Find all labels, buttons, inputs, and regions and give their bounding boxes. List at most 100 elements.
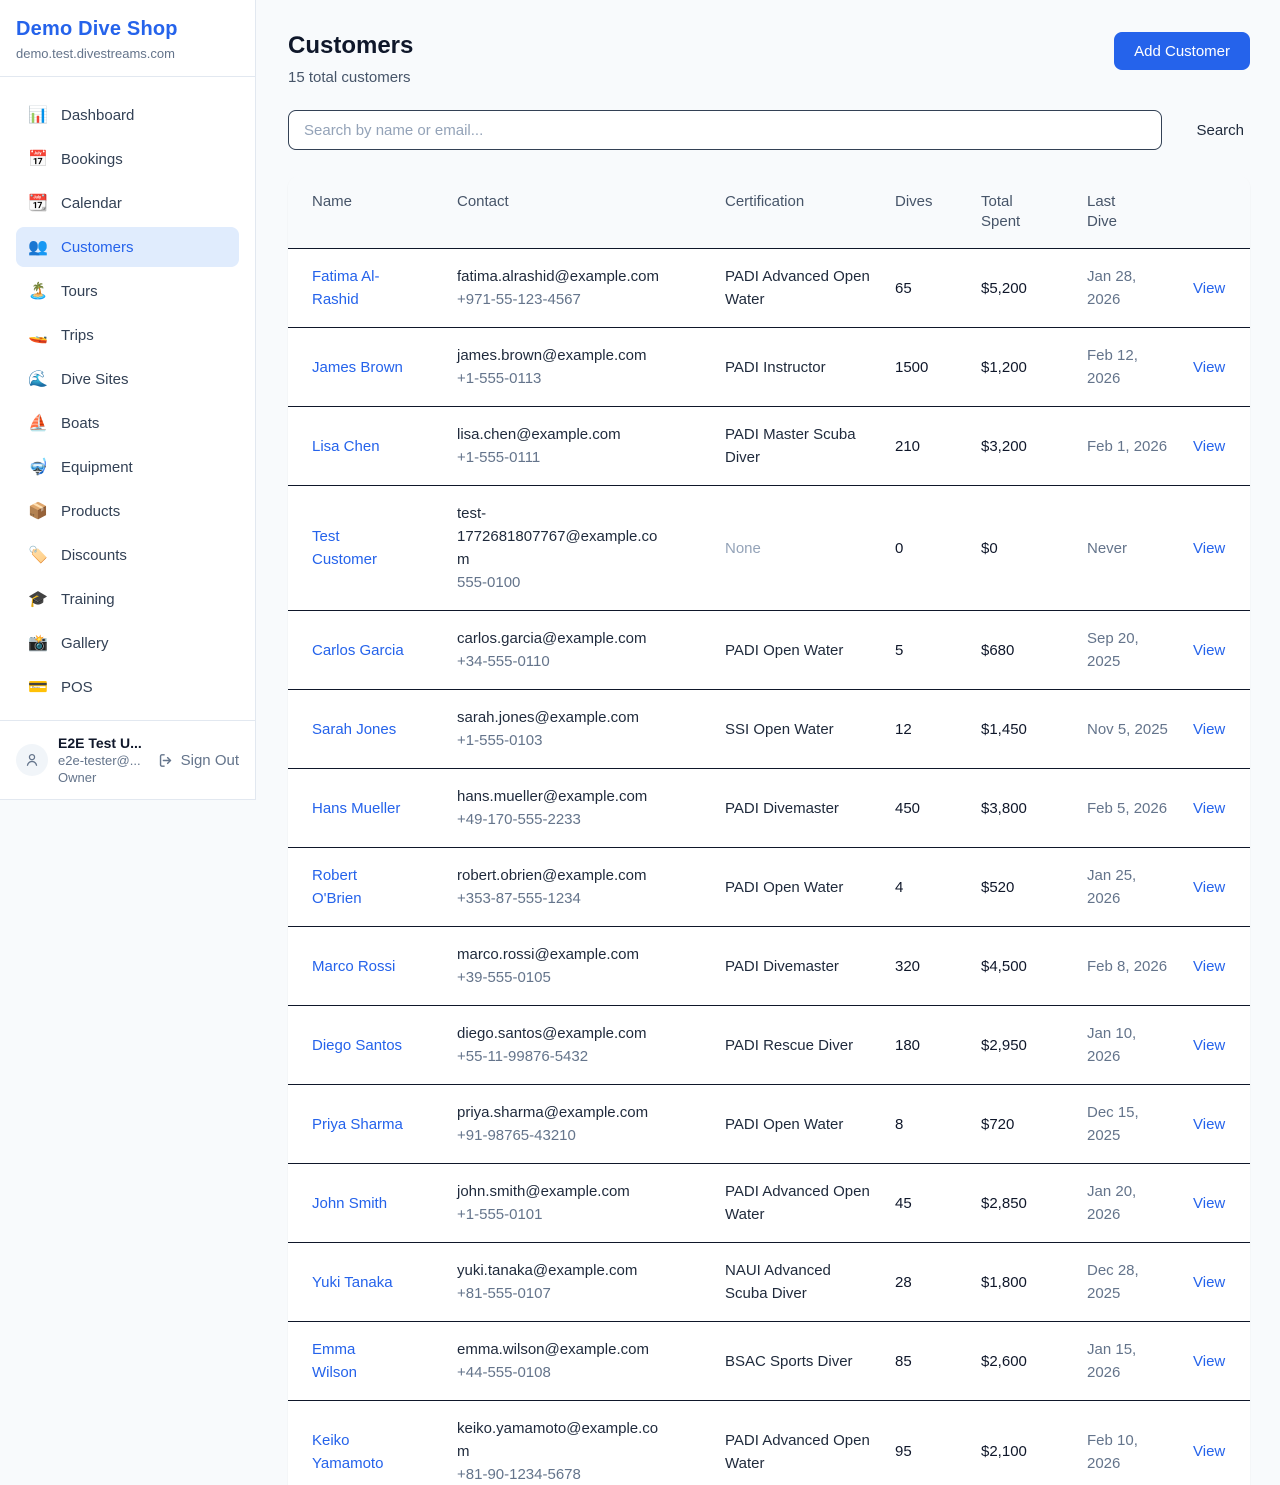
table-row: Hans Mueller hans.mueller@example.com +4… — [288, 769, 1250, 848]
sidebar-item-label: Discounts — [61, 547, 127, 564]
sidebar-item-label: Calendar — [61, 195, 122, 212]
sidebar-item-pos[interactable]: 💳 POS — [16, 667, 239, 707]
customer-name-link[interactable]: Priya Sharma — [312, 1113, 403, 1136]
app: Demo Dive Shop demo.test.divestreams.com… — [0, 0, 1280, 1485]
sidebar-item-training[interactable]: 🎓 Training — [16, 579, 239, 619]
customer-certification: PADI Rescue Diver — [725, 1034, 895, 1057]
sidebar-item-label: Boats — [61, 415, 99, 432]
search-input[interactable] — [288, 110, 1162, 150]
customer-name-link[interactable]: Robert O'Brien — [312, 864, 404, 910]
view-customer-link[interactable]: View — [1193, 1116, 1225, 1133]
sailboat-icon: ⛵ — [28, 413, 48, 433]
view-customer-link[interactable]: View — [1193, 1195, 1225, 1212]
customer-total-spent: $4,500 — [981, 955, 1087, 978]
customer-phone: +81-90-1234-5678 — [457, 1463, 701, 1485]
customer-dives: 1500 — [895, 356, 981, 379]
page-title: Customers — [288, 32, 413, 60]
view-customer-link[interactable]: View — [1193, 642, 1225, 659]
view-customer-link[interactable]: View — [1193, 1443, 1225, 1460]
customer-dives: 28 — [895, 1271, 981, 1294]
island-icon: 🏝️ — [28, 281, 48, 301]
customer-total-spent: $2,600 — [981, 1350, 1087, 1373]
sidebar-item-tours[interactable]: 🏝️ Tours — [16, 271, 239, 311]
sidebar-item-dive-sites[interactable]: 🌊 Dive Sites — [16, 359, 239, 399]
sidebar-item-bookings[interactable]: 📅 Bookings — [16, 139, 239, 179]
customer-name-link[interactable]: James Brown — [312, 356, 403, 379]
customer-email: sarah.jones@example.com — [457, 706, 667, 729]
customer-phone: +1-555-0111 — [457, 446, 701, 469]
customer-actions-cell: View — [1193, 1034, 1249, 1057]
sidebar-item-gallery[interactable]: 📸 Gallery — [16, 623, 239, 663]
customer-name-link[interactable]: Lisa Chen — [312, 435, 380, 458]
shop-domain: demo.test.divestreams.com — [16, 46, 239, 61]
customer-name-link[interactable]: Test Customer — [312, 525, 404, 571]
customer-phone: +34-555-0110 — [457, 650, 701, 673]
shop-name: Demo Dive Shop — [16, 18, 239, 41]
customer-contact-cell: lisa.chen@example.com +1-555-0111 — [457, 423, 725, 469]
sidebar-item-calendar[interactable]: 📆 Calendar — [16, 183, 239, 223]
sidebar-item-label: Trips — [61, 327, 94, 344]
view-customer-link[interactable]: View — [1193, 1274, 1225, 1291]
view-customer-link[interactable]: View — [1193, 958, 1225, 975]
sidebar-item-equipment[interactable]: 🤿 Equipment — [16, 447, 239, 487]
customer-last-dive: Jan 15, 2026 — [1087, 1338, 1193, 1384]
view-customer-link[interactable]: View — [1193, 540, 1225, 557]
customer-actions-cell: View — [1193, 537, 1249, 560]
customer-total-spent: $2,100 — [981, 1440, 1087, 1463]
sidebar-item-discounts[interactable]: 🏷️ Discounts — [16, 535, 239, 575]
column-header-actions — [1193, 187, 1226, 237]
customer-name-link[interactable]: Hans Mueller — [312, 797, 400, 820]
add-customer-button[interactable]: Add Customer — [1114, 32, 1250, 70]
view-customer-link[interactable]: View — [1193, 1353, 1225, 1370]
sidebar-item-dashboard[interactable]: 📊 Dashboard — [16, 95, 239, 135]
customer-email: diego.santos@example.com — [457, 1022, 667, 1045]
customer-email: priya.sharma@example.com — [457, 1101, 667, 1124]
view-customer-link[interactable]: View — [1193, 721, 1225, 738]
customer-dives: 210 — [895, 435, 981, 458]
table-row: Lisa Chen lisa.chen@example.com +1-555-0… — [288, 407, 1250, 486]
customer-name-link[interactable]: Carlos Garcia — [312, 639, 404, 662]
package-icon: 📦 — [28, 501, 48, 521]
customer-dives: 180 — [895, 1034, 981, 1057]
customer-actions-cell: View — [1193, 955, 1249, 978]
customer-total-spent: $3,800 — [981, 797, 1087, 820]
customer-phone: +1-555-0103 — [457, 729, 701, 752]
table-row: Test Customer test-1772681807767@example… — [288, 486, 1250, 611]
table-row: Emma Wilson emma.wilson@example.com +44-… — [288, 1322, 1250, 1401]
customer-certification: None — [725, 537, 895, 560]
customer-name-cell: John Smith — [312, 1192, 457, 1215]
view-customer-link[interactable]: View — [1193, 280, 1225, 297]
customer-name-cell: Test Customer — [312, 525, 457, 571]
sidebar-item-label: Gallery — [61, 635, 109, 652]
customer-name-link[interactable]: John Smith — [312, 1192, 387, 1215]
customer-name-link[interactable]: Fatima Al-Rashid — [312, 265, 404, 311]
sidebar-item-customers[interactable]: 👥 Customers — [16, 227, 239, 267]
view-customer-link[interactable]: View — [1193, 879, 1225, 896]
view-customer-link[interactable]: View — [1193, 800, 1225, 817]
customer-name-link[interactable]: Keiko Yamamoto — [312, 1429, 404, 1475]
sidebar-item-products[interactable]: 📦 Products — [16, 491, 239, 531]
customer-name-link[interactable]: Marco Rossi — [312, 955, 395, 978]
customer-contact-cell: hans.mueller@example.com +49-170-555-223… — [457, 785, 725, 831]
customer-dives: 95 — [895, 1440, 981, 1463]
sign-out-button[interactable]: Sign Out — [157, 752, 239, 769]
customer-name-link[interactable]: Diego Santos — [312, 1034, 402, 1057]
view-customer-link[interactable]: View — [1193, 359, 1225, 376]
sidebar-item-boats[interactable]: ⛵ Boats — [16, 403, 239, 443]
search-button[interactable]: Search — [1190, 122, 1250, 139]
customer-total-spent: $2,850 — [981, 1192, 1087, 1215]
view-customer-link[interactable]: View — [1193, 438, 1225, 455]
customer-last-dive: Jan 28, 2026 — [1087, 265, 1193, 311]
customer-last-dive: Feb 8, 2026 — [1087, 955, 1193, 978]
customer-phone: +91-98765-43210 — [457, 1124, 701, 1147]
user-role: Owner — [58, 770, 147, 785]
customer-name-link[interactable]: Sarah Jones — [312, 718, 396, 741]
page-header-text: Customers 15 total customers — [288, 32, 413, 86]
customer-phone: +1-555-0113 — [457, 367, 701, 390]
customer-name-link[interactable]: Yuki Tanaka — [312, 1271, 393, 1294]
view-customer-link[interactable]: View — [1193, 1037, 1225, 1054]
customer-name-link[interactable]: Emma Wilson — [312, 1338, 404, 1384]
sidebar-item-trips[interactable]: 🚤 Trips — [16, 315, 239, 355]
customer-name-cell: James Brown — [312, 356, 457, 379]
customer-last-dive: Dec 28, 2025 — [1087, 1259, 1193, 1305]
